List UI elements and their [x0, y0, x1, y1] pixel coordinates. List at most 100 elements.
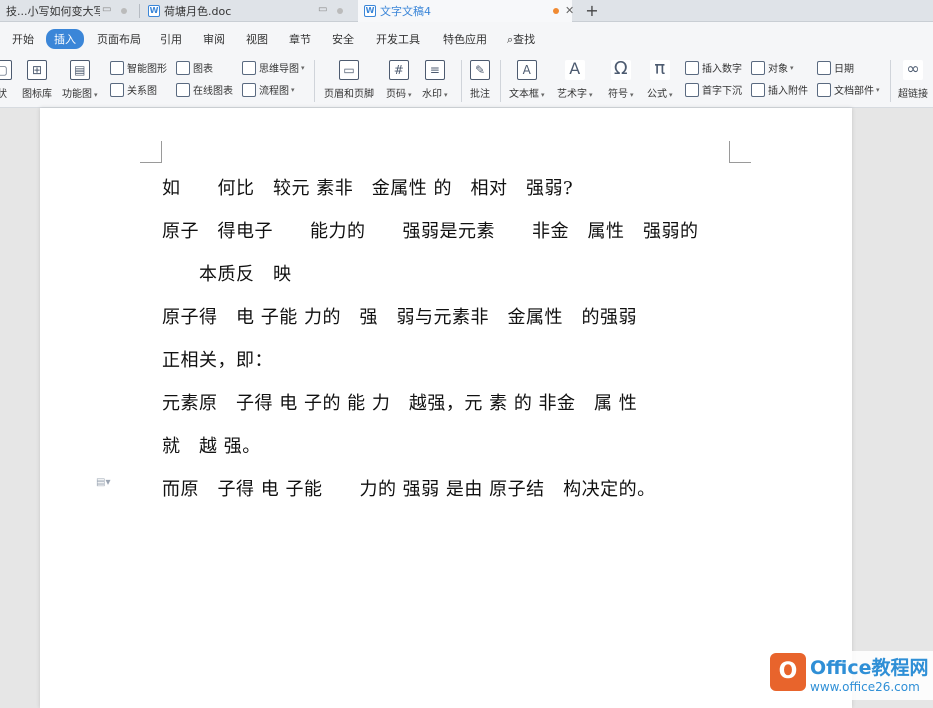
wordart-button[interactable]: A 艺术字 ▾ [557, 60, 593, 101]
watermark-button[interactable]: ≡ 水印 ▾ [422, 60, 448, 100]
doc-line[interactable]: 本质反 映 [162, 260, 292, 286]
object-button[interactable]: 对象 ▾ [751, 60, 794, 75]
menu-page-layout[interactable]: 页面布局 [97, 31, 141, 47]
dropcap-icon [685, 82, 699, 97]
tab-divider [139, 4, 140, 18]
flowchart-button[interactable]: 流程图 ▾ [242, 82, 295, 97]
tab-doc-2[interactable]: W 荷塘月色.doc [142, 0, 312, 22]
shape-button[interactable]: ▢ 状 [0, 60, 12, 100]
menu-developer[interactable]: 开发工具 [376, 31, 420, 47]
doc-parts-label: 文档部件 [834, 86, 874, 97]
menu-security[interactable]: 安全 [332, 31, 354, 47]
pin-icon[interactable]: ▭ [318, 4, 327, 15]
menu-references[interactable]: 引用 [160, 31, 182, 47]
online-chart-icon [176, 82, 190, 97]
document-page[interactable]: 如 何比 较元 素非 金属性 的 相对 强弱? 原子 得电子 能力的 强弱是元素… [40, 108, 852, 708]
menu-special[interactable]: 特色应用 [443, 31, 487, 47]
mindmap-icon [242, 60, 256, 75]
textbox-label: 文本框 [509, 89, 539, 100]
date-button[interactable]: 日期 [817, 60, 854, 75]
function-chart-label: 功能图 [62, 89, 92, 100]
insert-number-button[interactable]: 插入数字 [685, 60, 742, 75]
ribbon-divider [314, 60, 315, 102]
insert-ribbon: ▢ 状 ⊞ 图标库 ▤ 功能图 ▾ 智能图形 关系图 图表 在线图表 思维导图 ▾ … [0, 54, 933, 108]
number-icon [685, 60, 699, 75]
menu-view[interactable]: 视图 [246, 31, 268, 47]
paragraph-options-icon[interactable]: ▤▾ [96, 477, 110, 488]
ribbon-divider [500, 60, 501, 102]
relation-chart-icon [110, 82, 124, 97]
page-number-label: 页码 [386, 89, 406, 100]
object-label: 对象 [768, 64, 788, 75]
document-workspace: 如 何比 较元 素非 金属性 的 相对 强弱? 原子 得电子 能力的 强弱是元素… [0, 108, 933, 708]
relation-chart-label: 关系图 [127, 86, 157, 97]
function-chart-button[interactable]: ▤ 功能图 ▾ [62, 60, 98, 100]
chart-button[interactable]: 图表 [176, 60, 213, 75]
icon-library-button[interactable]: ⊞ 图标库 [22, 60, 52, 100]
shape-label: 状 [0, 89, 7, 100]
new-tab-button[interactable]: + [582, 0, 602, 22]
smart-graphic-icon [110, 60, 124, 75]
menu-insert[interactable]: 插入 [46, 29, 84, 49]
dropcap-label: 首字下沉 [702, 86, 742, 97]
close-tab-icon[interactable]: ✕ [565, 4, 574, 17]
symbol-button[interactable]: Ω 符号 ▾ [608, 60, 634, 101]
writer-doc-icon: W [148, 5, 160, 17]
menu-bar: 开始 插入 页面布局 引用 审阅 视图 章节 安全 开发工具 特色应用 ⌕查找 [0, 22, 933, 54]
pin-icon[interactable]: ▭ [102, 4, 111, 15]
doc-line[interactable]: 正相关，即： [162, 346, 273, 372]
doc-parts-button[interactable]: 文档部件 ▾ [817, 82, 880, 97]
wordart-icon: A [564, 60, 585, 80]
doc-line[interactable]: 而原 子得 电 子能 力的 强弱 是由 原子结 构决定的。 [162, 475, 656, 501]
header-footer-button[interactable]: ▭ 页眉和页脚 [324, 60, 374, 100]
bar-chart-icon [176, 60, 190, 75]
tab-doc-1-label: 技...小写如何变大写 [6, 5, 100, 18]
menu-review[interactable]: 审阅 [203, 31, 225, 47]
doc-parts-icon [817, 82, 831, 97]
doc-line[interactable]: 原子 得电子 能力的 强弱是元素 非金 属性 强弱的 [162, 217, 699, 243]
wordart-label: 艺术字 [557, 89, 587, 100]
textbox-icon: A [516, 60, 537, 80]
relation-chart-button[interactable]: 关系图 [110, 82, 157, 97]
tab-status-dot [121, 8, 127, 14]
pi-icon: π [649, 60, 670, 80]
header-footer-icon: ▭ [339, 60, 359, 80]
comment-button[interactable]: ✎ 批注 [470, 60, 490, 100]
attachment-button[interactable]: 插入附件 [751, 82, 808, 97]
dropcap-button[interactable]: 首字下沉 [685, 82, 742, 97]
online-chart-button[interactable]: 在线图表 [176, 82, 233, 97]
formula-button[interactable]: π 公式 ▾ [647, 60, 673, 101]
smart-graphic-label: 智能图形 [127, 64, 167, 75]
smart-graphic-button[interactable]: 智能图形 [110, 60, 167, 75]
page-number-button[interactable]: # 页码 ▾ [386, 60, 412, 100]
menu-find[interactable]: ⌕查找 [507, 31, 535, 47]
textbox-button[interactable]: A 文本框 ▾ [509, 60, 545, 100]
insert-number-label: 插入数字 [702, 64, 742, 75]
doc-line[interactable]: 原子得 电 子能 力的 强 弱与元素非 金属性 的强弱 [162, 303, 637, 329]
doc-line[interactable]: 就 越 强。 [162, 432, 261, 458]
omega-icon: Ω [610, 60, 631, 80]
hyperlink-label: 超链接 [898, 89, 928, 100]
header-footer-label: 页眉和页脚 [324, 89, 374, 100]
tab-status-dot [337, 8, 343, 14]
hyperlink-button[interactable]: ∞ 超链接 [898, 60, 928, 101]
tab-doc-1[interactable]: 技...小写如何变大写 [0, 0, 100, 22]
date-label: 日期 [834, 64, 854, 75]
margin-corner-top-left [140, 141, 162, 163]
object-icon [751, 60, 765, 75]
watermark-label: 水印 [422, 89, 442, 100]
tab-doc-3-active[interactable]: W 文字文稿4 [358, 0, 572, 22]
ribbon-divider [890, 60, 891, 102]
menu-section[interactable]: 章节 [289, 31, 311, 47]
mindmap-button[interactable]: 思维导图 ▾ [242, 60, 305, 75]
doc-line[interactable]: 如 何比 较元 素非 金属性 的 相对 强弱? [162, 174, 573, 200]
comment-label: 批注 [470, 89, 490, 100]
menu-home[interactable]: 开始 [12, 31, 34, 47]
flowchart-label: 流程图 [259, 86, 289, 97]
margin-corner-top-right [729, 141, 751, 163]
page-number-icon: # [388, 60, 409, 80]
mindmap-label: 思维导图 [259, 64, 299, 75]
icon-library-label: 图标库 [22, 89, 52, 100]
doc-line[interactable]: 元素原 子得 电 子的 能 力 越强，元 素 的 非金 属 性 [162, 389, 637, 415]
comment-icon: ✎ [470, 60, 490, 80]
